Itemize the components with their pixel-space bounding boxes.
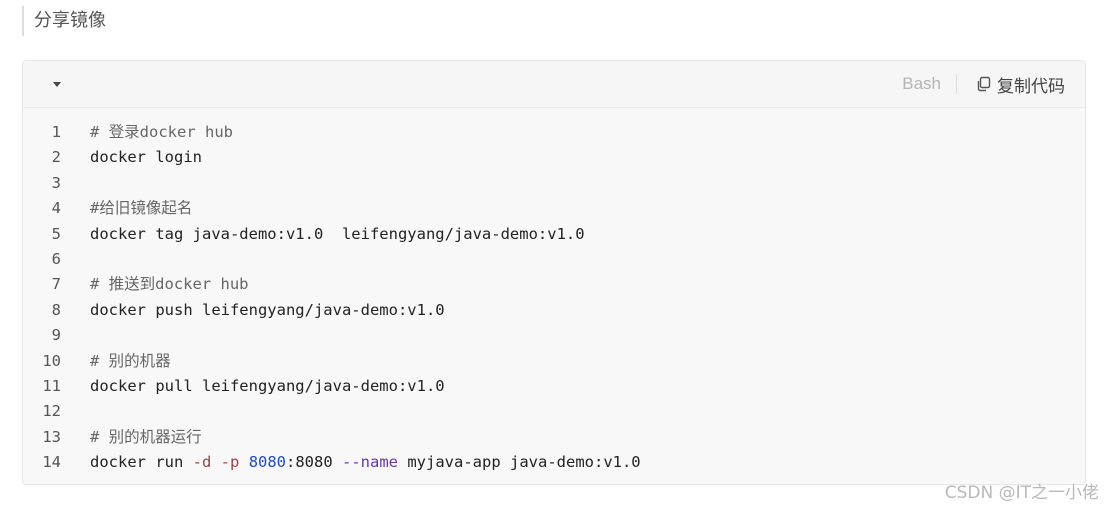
watermark: CSDN @IT之一小佬 <box>944 483 1099 503</box>
line-number: 9 <box>51 326 61 345</box>
line-number: 2 <box>51 148 61 167</box>
code-line: 2 docker login <box>23 145 1085 170</box>
code-line: 10 # 别的机器 <box>23 349 1085 374</box>
line-number: 8 <box>51 300 61 319</box>
toolbar-divider <box>956 74 957 94</box>
code-line: 11 docker pull leifengyang/java-demo:v1.… <box>23 374 1085 399</box>
language-label: Bash <box>902 74 941 93</box>
page: 分享镜像 Bash 复制代码 1 # 登录docker hub 2 docker… <box>0 0 1115 510</box>
code-text: docker tag java-demo:v1.0 leifengyang/ja… <box>90 224 585 243</box>
code-text: docker pull leifengyang/java-demo:v1.0 <box>90 376 445 395</box>
code-body: 1 # 登录docker hub 2 docker login 3 4 #给旧镜… <box>23 120 1085 475</box>
code-line: 14 docker run -d -p 8080:8080 --name myj… <box>23 450 1085 475</box>
code-toolbar: Bash 复制代码 <box>23 61 1085 108</box>
line-number: 1 <box>51 123 61 141</box>
code-comment: # 别的机器运行 <box>90 427 202 446</box>
code-comment: # 登录docker hub <box>90 123 233 141</box>
code-line: 7 # 推送到docker hub <box>23 272 1085 297</box>
code-line: 3 <box>23 171 1085 196</box>
code-token-command: docker run <box>90 453 193 472</box>
line-number: 14 <box>42 453 61 472</box>
code-line: 12 <box>23 399 1085 424</box>
code-text: docker push leifengyang/java-demo:v1.0 <box>90 300 445 319</box>
code-line: 6 <box>23 247 1085 272</box>
copy-icon <box>976 76 992 92</box>
line-number: 6 <box>51 249 61 268</box>
code-comment: #给旧镜像起名 <box>90 199 193 218</box>
line-number: 3 <box>51 173 61 192</box>
line-number: 12 <box>42 402 61 421</box>
code-text: docker run -d -p 8080:8080 --name myjava… <box>90 450 641 475</box>
line-number: 10 <box>42 351 61 370</box>
copy-code-label: 复制代码 <box>997 76 1065 97</box>
section-heading: 分享镜像 <box>22 6 106 36</box>
code-line: 9 <box>23 323 1085 348</box>
line-number: 7 <box>51 275 61 294</box>
code-line: 13 # 别的机器运行 <box>23 425 1085 450</box>
code-line: 8 docker push leifengyang/java-demo:v1.0 <box>23 298 1085 323</box>
code-token-flag: -p <box>220 453 240 472</box>
code-line: 4 #给旧镜像起名 <box>23 196 1085 221</box>
code-token-long-flag: --name <box>342 453 399 472</box>
code-comment: # 别的机器 <box>90 351 171 370</box>
code-line: 5 docker tag java-demo:v1.0 leifengyang/… <box>23 222 1085 247</box>
line-number: 5 <box>51 224 61 243</box>
code-token-args: myjava-app java-demo:v1.0 <box>398 453 641 472</box>
line-number: 4 <box>51 199 61 218</box>
code-token-port: :8080 <box>286 453 343 472</box>
code-comment: # 推送到docker hub <box>90 275 249 294</box>
line-number: 11 <box>42 376 61 395</box>
copy-code-button[interactable]: 复制代码 <box>976 61 1065 107</box>
code-line: 1 # 登录docker hub <box>23 120 1085 145</box>
code-text: docker login <box>90 148 202 167</box>
code-block: Bash 复制代码 1 # 登录docker hub 2 docker logi… <box>22 60 1086 485</box>
code-token-number: 8080 <box>248 453 287 472</box>
caret-down-icon[interactable] <box>50 79 64 89</box>
code-token-flag: -d <box>192 453 212 472</box>
line-number: 13 <box>42 427 61 446</box>
